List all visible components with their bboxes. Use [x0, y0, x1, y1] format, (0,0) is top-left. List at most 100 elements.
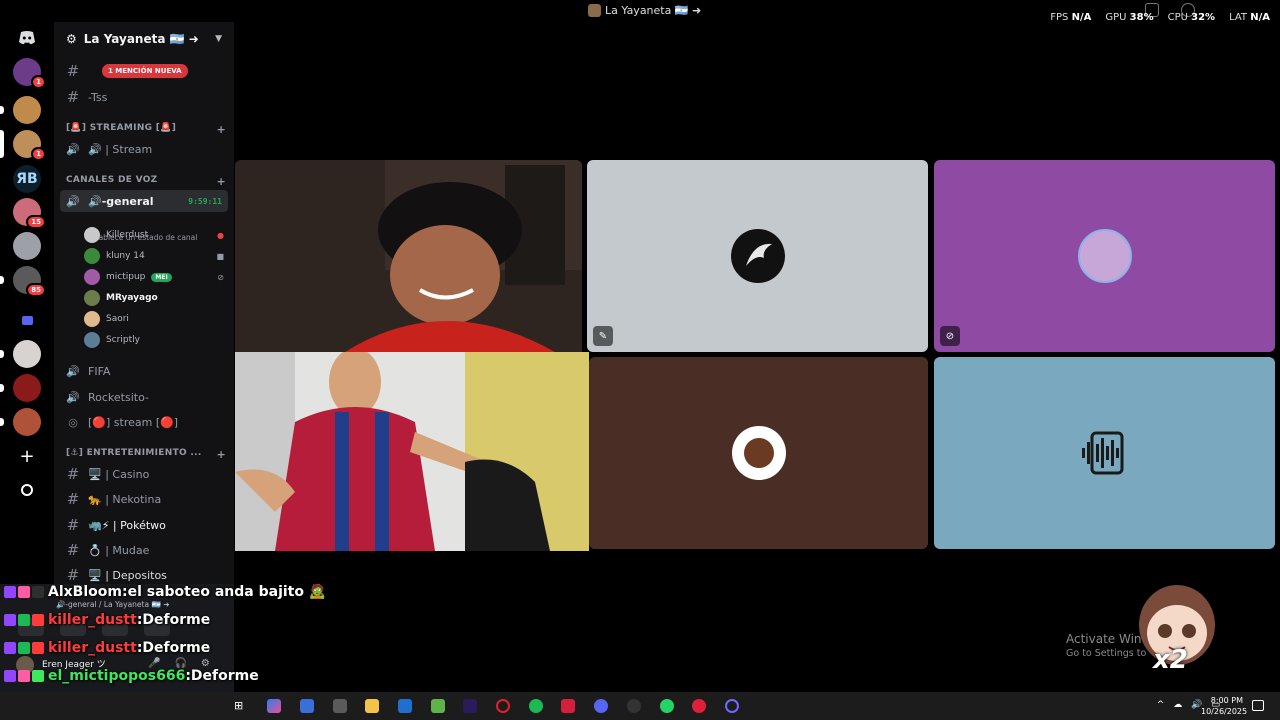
server-icon[interactable]: [0, 374, 41, 402]
folder-icon[interactable]: [13, 306, 41, 334]
channel-mudae[interactable]: # 💍 | Mudae: [60, 539, 228, 561]
server-icon[interactable]: 1: [13, 58, 46, 89]
clock-date: 10/26/2025: [1201, 707, 1248, 716]
chat-message: killer_dustt : Deforme: [4, 640, 210, 656]
channel-mentions[interactable]: # 1 MENCIÓN NUEVA: [60, 60, 228, 82]
unread-indicator: [0, 106, 4, 114]
cpu-label: CPU: [1167, 12, 1188, 23]
server-icon[interactable]: [0, 408, 41, 436]
network-icon[interactable]: ☁: [1173, 700, 1182, 710]
discord-home-icon[interactable]: [13, 24, 41, 52]
channel-stream[interactable]: 🔊 🔊 | Stream: [60, 138, 228, 160]
hash-icon: #: [66, 541, 80, 559]
gpu-value: 38%: [1129, 12, 1154, 23]
server-icon[interactable]: ЯB: [13, 165, 41, 193]
window-title: La Yayaneta 🇦🇷 ➜: [588, 4, 701, 17]
speaker-icon: 🔊: [66, 142, 80, 156]
call-timer: 9:59:11: [188, 196, 222, 206]
add-server-icon[interactable]: +: [13, 442, 41, 470]
audio-wave-icon: [1081, 431, 1123, 475]
add-channel-icon[interactable]: +: [216, 448, 226, 461]
category-label: [🚨] STREAMING [🚨]: [66, 123, 177, 133]
channel-nekotina[interactable]: # 🐆 | Nekotina: [60, 488, 228, 510]
chevron-up-icon[interactable]: ^: [1157, 700, 1165, 710]
gpu-label: GPU: [1105, 12, 1127, 23]
notifications-icon[interactable]: [1252, 700, 1264, 711]
video-tile-user-3[interactable]: ⊘: [934, 160, 1275, 352]
guild-header[interactable]: ⚙ La Yayaneta 🇦🇷 ➜ ▼: [54, 22, 234, 56]
window-title-text: La Yayaneta 🇦🇷 ➜: [605, 4, 702, 17]
add-channel-icon[interactable]: +: [216, 175, 226, 188]
channel-label: Rocketsito-: [88, 390, 149, 404]
xsplit-icon[interactable]: [561, 699, 575, 713]
chat-message: el_mictipopos666 : Deforme: [4, 668, 259, 684]
performance-overlay: FPS N/A GPU 38% CPU 32% LAT N/A: [1050, 12, 1270, 23]
video-tile-user-5[interactable]: [589, 357, 928, 549]
video-tile-webcam-2[interactable]: [235, 352, 589, 551]
premiere-icon[interactable]: [463, 699, 477, 713]
speaker-icon: 🔊: [66, 194, 80, 208]
hash-icon: #: [66, 62, 80, 80]
channel-label: 🔊 | Stream: [88, 142, 153, 156]
add-channel-icon[interactable]: +: [216, 123, 226, 136]
media-player-icon[interactable]: [692, 699, 706, 713]
voice-user[interactable]: MRyayago: [84, 288, 224, 308]
chat-badges: [4, 614, 44, 626]
title-bar: La Yayaneta 🇦🇷 ➜ FPS N/A GPU 38% CPU 32%…: [0, 0, 1280, 23]
avatar: [730, 229, 785, 283]
cpu-value: 32%: [1191, 12, 1216, 23]
video-tile-user-2[interactable]: ✎: [587, 160, 928, 352]
channel-stream2[interactable]: ◎ [🔴] stream [🔴]: [60, 411, 228, 433]
outlook-icon[interactable]: [398, 699, 412, 713]
sticker-text: x2: [1153, 645, 1188, 675]
hash-icon: #: [66, 88, 80, 106]
voice-user[interactable]: Saori: [84, 309, 224, 329]
channel-depositos[interactable]: # 🖥️ | Depositos: [60, 564, 228, 586]
video-tile-webcam-1[interactable]: [235, 160, 582, 352]
channel-general[interactable]: 🔊 🔊-general 9:59:11: [60, 190, 228, 212]
explore-icon[interactable]: [13, 476, 41, 504]
voice-user[interactable]: mictipup MEI ⊘: [84, 267, 224, 287]
opera-gx-icon[interactable]: [496, 699, 510, 713]
channel-casino[interactable]: # 🖥️ | Casino: [60, 463, 228, 485]
category-entertainment[interactable]: [⚓] ENTRETENIMIENTO ... +: [66, 448, 226, 461]
server-icon[interactable]: 85: [0, 266, 46, 297]
server-icon[interactable]: [0, 96, 41, 124]
spotify-icon[interactable]: [529, 699, 543, 713]
minecraft-icon[interactable]: [431, 699, 445, 713]
voice-user[interactable]: kluny 14 ■: [84, 246, 224, 266]
channel-fifa[interactable]: 🔊 FIFA: [60, 360, 228, 382]
voice-channel-info[interactable]: 🔊-general / La Yayaneta 🇦🇷 ➜: [56, 600, 169, 609]
server-icon[interactable]: [13, 232, 41, 260]
voice-user[interactable]: Scriptly: [84, 330, 224, 350]
obs-icon[interactable]: [627, 699, 641, 713]
video-tile-user-6[interactable]: [934, 357, 1275, 549]
category-streaming[interactable]: [🚨] STREAMING [🚨] +: [66, 123, 226, 136]
hash-icon: #: [66, 490, 80, 508]
task-view-icon[interactable]: ⊞: [234, 699, 248, 713]
server-icon[interactable]: 1: [0, 130, 46, 161]
channel-rocket[interactable]: 🔊 Rocketsito-: [60, 386, 228, 408]
voice-user[interactable]: Killerdust ●: [84, 225, 224, 245]
mention-badge: 1 MENCIÓN NUEVA: [102, 64, 188, 78]
server-badge: 15: [26, 215, 46, 229]
channel-tss[interactable]: # -Tss: [60, 86, 228, 108]
app-icon[interactable]: [725, 699, 739, 713]
store-icon[interactable]: [333, 699, 347, 713]
anime-sticker-image: x2: [1135, 583, 1217, 683]
copilot-icon[interactable]: [267, 699, 281, 713]
discord-taskbar-icon[interactable]: [594, 699, 608, 713]
server-icon[interactable]: [0, 340, 41, 368]
avatar: [84, 332, 100, 348]
webcam-feed-image: [235, 352, 589, 551]
server-icon[interactable]: 15: [13, 198, 46, 229]
lat-label: LAT: [1229, 12, 1248, 23]
guild-settings-icon: ⚙: [66, 32, 77, 46]
file-explorer-icon[interactable]: [365, 699, 379, 713]
category-voice[interactable]: CANALES DE VOZ +: [66, 175, 226, 188]
avatar: [84, 269, 100, 285]
calendar-icon[interactable]: [300, 699, 314, 713]
channel-poketwo[interactable]: # 🦏⚡ | Pokétwo: [60, 514, 228, 536]
whatsapp-icon[interactable]: [660, 699, 674, 713]
taskbar-clock[interactable]: 8:00 PM 10/26/2025: [1201, 695, 1248, 717]
